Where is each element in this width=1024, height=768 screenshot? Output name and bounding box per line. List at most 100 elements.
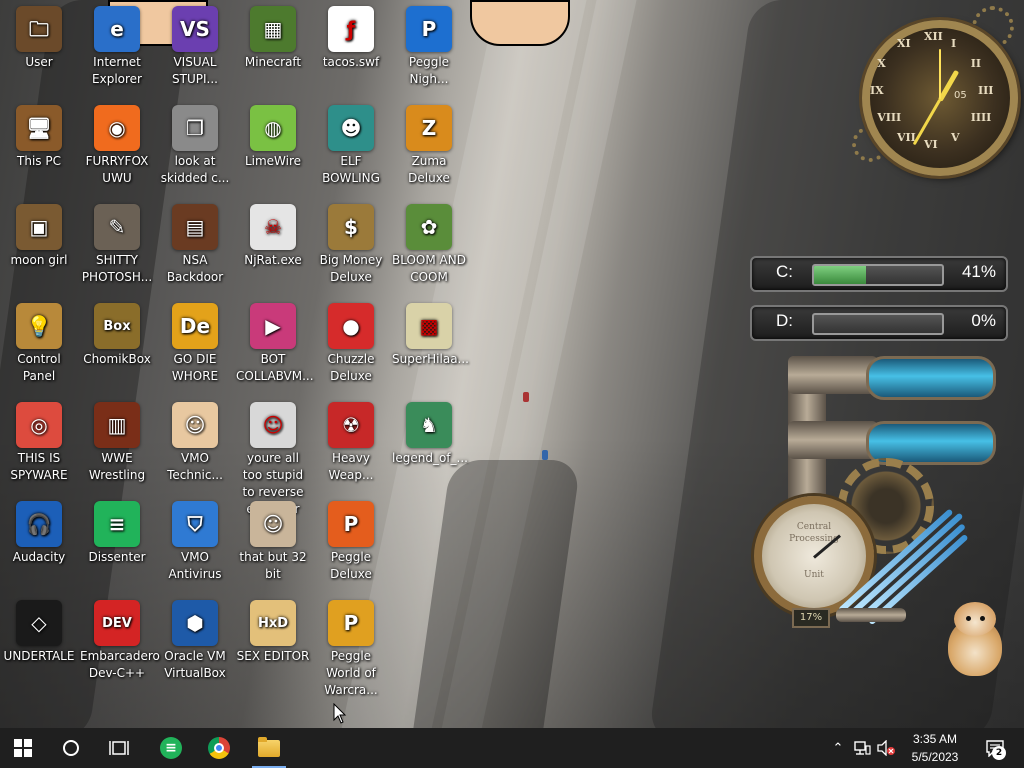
desktop-icon[interactable]: P Peggle Deluxe <box>312 497 390 583</box>
clock-numeral: III <box>978 84 994 97</box>
collabvm-icon: ▶ <box>250 303 296 349</box>
taskbar-clock[interactable]: 3:35 AM 5/5/2023 <box>900 730 970 766</box>
desktop-icon[interactable]: ● Chuzzle Deluxe <box>312 299 390 385</box>
desktop-icon[interactable]: ▤ NSA Backdoor <box>156 200 234 286</box>
desktop-icon-label: Big Money Deluxe <box>319 253 383 284</box>
drive-meter-d[interactable]: D: 0% <box>750 305 1008 341</box>
desktop-icon[interactable]: e Internet Explorer <box>78 2 156 88</box>
network-tray-button[interactable] <box>850 728 874 768</box>
desktop-icon-label: BOT COLLABVM... <box>236 352 314 383</box>
desktop-icon[interactable]: ⬢ Oracle VM VirtualBox <box>156 596 234 682</box>
desktop-icon-label: Embarcadero Dev-C++ <box>80 649 160 680</box>
desktop-icon[interactable]: ◇ UNDERTALE <box>0 596 78 665</box>
desktop-icon[interactable]: ▩ SuperHilaa... <box>390 299 469 368</box>
taskbar-app-file-explorer[interactable] <box>246 728 292 768</box>
desktop-icon-label: NSA Backdoor <box>166 253 224 284</box>
cortana-circle-icon <box>63 740 79 756</box>
desktop-icon[interactable]: P Peggle World of Warcra... <box>312 596 390 699</box>
desktop-icon[interactable]: $ Big Money Deluxe <box>312 200 390 286</box>
wwe-icon: ▥ <box>94 402 140 448</box>
desktop-icon[interactable]: ▦ Minecraft <box>234 2 312 71</box>
decorative-face-right <box>470 0 570 46</box>
internet-explorer-icon: e <box>94 6 140 52</box>
desktop-icon[interactable]: ✎ SHITTY PHOTOSH... <box>78 200 156 286</box>
desktop-icon-label: legend_of_... <box>392 451 468 465</box>
desktop-icon[interactable]: ◍ LimeWire <box>234 101 312 170</box>
desktop-icon[interactable]: ☺ that but 32 bit <box>234 497 312 583</box>
taskbar: ≡ ⌃ 3:35 AM 5/5/2023 2 <box>0 728 1024 768</box>
desktop-icon[interactable]: 🖥 This PC <box>0 101 78 170</box>
desktop-icon-label: Heavy Weap... <box>328 451 374 482</box>
desktop-icon-label: VISUAL STUPI... <box>172 55 218 86</box>
desktop-icon[interactable]: ◎ THIS IS SPYWARE <box>0 398 78 484</box>
moon-girl-icon: ▣ <box>16 204 62 250</box>
desktop-icon-label: Dissenter <box>88 550 146 564</box>
chevron-up-icon: ⌃ <box>832 740 844 756</box>
desktop-icon[interactable]: ⛉ VMO Antivirus <box>156 497 234 583</box>
taskbar-time: 3:35 AM <box>912 732 958 746</box>
desktop-icon[interactable]: Box ChomikBox <box>78 299 156 368</box>
drive-meter-c[interactable]: C: 41% <box>750 256 1008 292</box>
desktop-icon[interactable]: HxD SEX EDITOR <box>234 596 312 665</box>
desktop-icon[interactable]: De GO DIE WHORE <box>156 299 234 385</box>
peggle-icon: P <box>328 600 374 646</box>
desktop-icon[interactable]: P Peggle Nigh... <box>390 2 468 88</box>
desktop-icon-label: LimeWire <box>244 154 302 168</box>
show-hidden-icons-button[interactable]: ⌃ <box>826 728 850 768</box>
desktop-icon-label: ChomikBox <box>83 352 151 366</box>
chrome-icon <box>208 737 230 759</box>
desktop-icon[interactable]: Z Zuma Deluxe <box>390 101 468 187</box>
flower-icon: ✿ <box>406 204 452 250</box>
desktop-icon[interactable]: ☢ Heavy Weap... <box>312 398 390 484</box>
volume-tray-button[interactable] <box>874 728 898 768</box>
taskbar-date: 5/5/2023 <box>911 750 959 764</box>
mouse-cursor-icon <box>333 703 347 724</box>
dial-label-mid: Processing <box>789 534 839 544</box>
desktop-icon[interactable]: ☻ ELF BOWLING <box>312 101 390 187</box>
desktop-icon[interactable]: ▣ moon girl <box>0 200 78 269</box>
desktop-icon[interactable]: 🗀 User <box>0 2 78 71</box>
hxd-icon: HxD <box>250 600 296 646</box>
clock-second-hand <box>939 49 941 99</box>
clock-gadget[interactable]: XII I II III IIII V VI VII VIII IX X XI 05 <box>852 6 1018 176</box>
desktop-icon[interactable]: ƒ tacos.swf <box>312 2 390 71</box>
desktop-icon[interactable]: VS VISUAL STUPI... <box>156 2 234 88</box>
task-view-button[interactable] <box>96 728 142 768</box>
desktop-icon[interactable]: ❐ look at skidded c... <box>156 101 234 187</box>
desktop-icon-label: Peggle Deluxe <box>330 550 372 581</box>
desktop-icon-label: Control Panel <box>17 352 61 383</box>
search-button[interactable] <box>48 728 94 768</box>
cpu-percent-counter: 17% <box>792 608 830 628</box>
clock-numeral: IX <box>870 84 884 97</box>
desktop-icon[interactable]: ▶ BOT COLLABVM... <box>234 299 314 385</box>
hamster-eye <box>980 616 985 621</box>
desktop-icon-label: Chuzzle Deluxe <box>327 352 375 383</box>
desktop-icon[interactable]: ✿ BLOOM AND COOM <box>390 200 468 286</box>
user-folder-icon: 🗀 <box>16 6 62 52</box>
gimp-icon: ✎ <box>94 204 140 250</box>
clock-numeral: X <box>877 57 886 70</box>
desktop-icon-label: SHITTY PHOTOSH... <box>81 253 153 284</box>
clock-numeral: V <box>951 130 960 144</box>
taskbar-app-dissenter[interactable]: ≡ <box>148 728 194 768</box>
clock-day-label: 05 <box>954 90 967 101</box>
portrait-icon: ☺ <box>250 402 296 448</box>
drive-percent: 41% <box>961 262 996 281</box>
peggle-icon: P <box>406 6 452 52</box>
desktop-icon[interactable]: ◉ FURRYFOX UWU <box>78 101 156 187</box>
start-button[interactable] <box>0 728 46 768</box>
control-panel-icon: 💡 <box>16 303 62 349</box>
desktop-icon[interactable]: DEV Embarcadero Dev-C++ <box>78 596 160 682</box>
clock-numeral: IIII <box>970 111 992 124</box>
desktop-icon[interactable]: 💡 Control Panel <box>0 299 78 385</box>
desktop-icon-label: Peggle Nigh... <box>408 55 450 86</box>
desktop-icon[interactable]: ≡ Dissenter <box>78 497 156 566</box>
chuzzle-icon: ● <box>328 303 374 349</box>
desktop-icon[interactable]: 🎧 Audacity <box>0 497 78 566</box>
desktop-icon[interactable]: ♞ legend_of_... <box>390 398 468 467</box>
desktop-icon[interactable]: ☠ NjRat.exe <box>234 200 312 269</box>
drive-letter: C: <box>776 262 793 281</box>
taskbar-app-chrome[interactable] <box>196 728 242 768</box>
desktop-icon[interactable]: ▥ WWE Wrestling <box>78 398 156 484</box>
desktop-icon[interactable]: ☺ VMO Technic... <box>156 398 234 484</box>
